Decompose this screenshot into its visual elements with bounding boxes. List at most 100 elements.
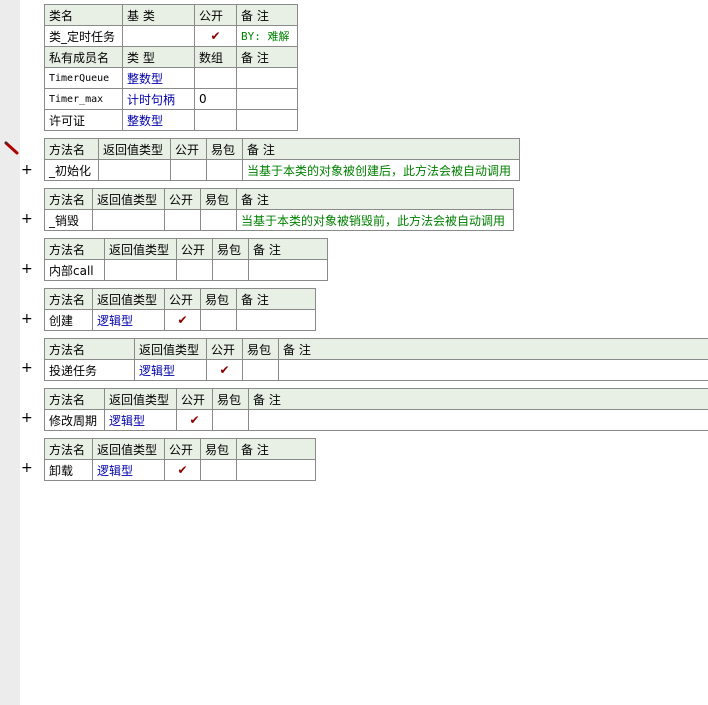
return-type-cell[interactable]: 逻辑型	[92, 309, 165, 331]
expand-method-button[interactable]: +	[21, 163, 33, 177]
col-header-note: 备 注	[236, 188, 514, 210]
public-checkmark[interactable]: ✔	[194, 25, 237, 47]
base-class-cell[interactable]	[122, 25, 195, 47]
col-header-note: 备 注	[278, 338, 708, 360]
public-checkmark[interactable]: ✔	[206, 359, 243, 381]
class-note-cell[interactable]: BY: 难解	[236, 25, 298, 47]
col-header-note: 备 注	[236, 4, 298, 26]
expand-method-button[interactable]: +	[21, 461, 33, 475]
member-array-cell[interactable]	[194, 109, 237, 131]
col-header-note: 备 注	[236, 288, 316, 310]
col-header-easy-package: 易包	[200, 188, 237, 210]
return-type-cell[interactable]: 逻辑型	[92, 459, 165, 481]
member-note-cell[interactable]	[236, 88, 298, 110]
method-table: 方法名 返回值类型 公开 易包 备 注 卸载 逻辑型 ✔	[44, 438, 316, 481]
method-table: 方法名 返回值类型 公开 易包 备 注 内部call	[44, 238, 328, 281]
col-header-note: 备 注	[236, 438, 316, 460]
col-header-method-name: 方法名	[44, 438, 93, 460]
member-row: 许可证 整数型	[44, 109, 298, 131]
member-array-cell[interactable]: 0	[194, 88, 237, 110]
return-type-cell[interactable]: 逻辑型	[134, 359, 207, 381]
col-header-public: 公开	[176, 388, 213, 410]
col-header-public: 公开	[194, 4, 237, 26]
col-header-note: 备 注	[248, 238, 328, 260]
method-name-cell[interactable]: _初始化	[44, 159, 99, 181]
col-header-easy-package: 易包	[212, 388, 249, 410]
col-header-return-type: 返回值类型	[98, 138, 171, 160]
col-header-method-name: 方法名	[44, 238, 105, 260]
public-checkmark[interactable]: ✔	[164, 309, 201, 331]
method-name-cell[interactable]: 内部call	[44, 259, 105, 281]
method-name-cell[interactable]: _销毁	[44, 209, 93, 231]
expand-method-button[interactable]: +	[21, 212, 33, 226]
col-header-return-type: 返回值类型	[104, 238, 177, 260]
col-header-public: 公开	[164, 188, 201, 210]
method-note-cell[interactable]	[248, 259, 328, 281]
easy-package-cell[interactable]	[200, 209, 237, 231]
method-note-cell[interactable]	[278, 359, 708, 381]
expand-method-button[interactable]: +	[21, 262, 33, 276]
col-header-array: 数组	[194, 46, 237, 68]
pencil-icon[interactable]	[3, 141, 19, 155]
method-note-cell[interactable]: 当基于本类的对象被创建后，此方法会被自动调用	[242, 159, 520, 181]
member-array-cell[interactable]	[194, 67, 237, 89]
easy-package-cell[interactable]	[212, 409, 249, 431]
method-table: 方法名 返回值类型 公开 易包 备 注 创建 逻辑型 ✔	[44, 288, 316, 331]
col-header-class-name: 类名	[44, 4, 123, 26]
method-table: 方法名 返回值类型 公开 易包 备 注 修改周期 逻辑型 ✔	[44, 388, 708, 431]
public-cell[interactable]	[176, 259, 213, 281]
col-header-method-name: 方法名	[44, 188, 93, 210]
public-checkmark[interactable]: ✔	[176, 409, 213, 431]
col-header-easy-package: 易包	[200, 288, 237, 310]
return-type-cell[interactable]	[98, 159, 171, 181]
return-type-cell[interactable]	[92, 209, 165, 231]
class-name-cell[interactable]: 类_定时任务	[44, 25, 123, 47]
public-checkmark[interactable]: ✔	[164, 459, 201, 481]
member-note-cell[interactable]	[236, 109, 298, 131]
class-table: 类名 基 类 公开 备 注 类_定时任务 ✔ BY: 难解 私有成员名 类 型 …	[44, 4, 298, 131]
expand-method-button[interactable]: +	[21, 411, 33, 425]
method-name-cell[interactable]: 投递任务	[44, 359, 135, 381]
method-name-cell[interactable]: 修改周期	[44, 409, 105, 431]
member-name-cell[interactable]: Timer_max	[44, 88, 123, 110]
col-header-member-type: 类 型	[122, 46, 195, 68]
return-type-cell[interactable]: 逻辑型	[104, 409, 177, 431]
method-note-cell[interactable]	[236, 309, 316, 331]
public-cell[interactable]	[164, 209, 201, 231]
expand-method-button[interactable]: +	[21, 361, 33, 375]
col-header-easy-package: 易包	[206, 138, 243, 160]
member-note-cell[interactable]	[236, 67, 298, 89]
col-header-return-type: 返回值类型	[92, 288, 165, 310]
col-header-return-type: 返回值类型	[92, 188, 165, 210]
method-name-cell[interactable]: 卸载	[44, 459, 93, 481]
expand-method-button[interactable]: +	[21, 312, 33, 326]
col-header-member-note: 备 注	[236, 46, 298, 68]
left-gutter	[0, 0, 20, 705]
col-header-note: 备 注	[242, 138, 520, 160]
easy-package-cell[interactable]	[200, 309, 237, 331]
easy-package-cell[interactable]	[242, 359, 279, 381]
member-type-cell[interactable]: 计时句柄	[122, 88, 195, 110]
member-name-cell[interactable]: TimerQueue	[44, 67, 123, 89]
col-header-public: 公开	[170, 138, 207, 160]
method-name-cell[interactable]: 创建	[44, 309, 93, 331]
member-type-cell[interactable]: 整数型	[122, 109, 195, 131]
return-type-cell[interactable]	[104, 259, 177, 281]
col-header-public: 公开	[164, 438, 201, 460]
col-header-member-name: 私有成员名	[44, 46, 123, 68]
member-type-cell[interactable]: 整数型	[122, 67, 195, 89]
method-note-cell[interactable]	[236, 459, 316, 481]
col-header-public: 公开	[164, 288, 201, 310]
public-cell[interactable]	[170, 159, 207, 181]
method-note-cell[interactable]	[248, 409, 708, 431]
col-header-public: 公开	[206, 338, 243, 360]
member-row: Timer_max 计时句柄 0	[44, 88, 298, 110]
col-header-method-name: 方法名	[44, 388, 105, 410]
method-note-cell[interactable]: 当基于本类的对象被销毁前，此方法会被自动调用	[236, 209, 514, 231]
member-name-cell[interactable]: 许可证	[44, 109, 123, 131]
col-header-note: 备 注	[248, 388, 708, 410]
easy-package-cell[interactable]	[206, 159, 243, 181]
col-header-easy-package: 易包	[242, 338, 279, 360]
easy-package-cell[interactable]	[200, 459, 237, 481]
easy-package-cell[interactable]	[212, 259, 249, 281]
